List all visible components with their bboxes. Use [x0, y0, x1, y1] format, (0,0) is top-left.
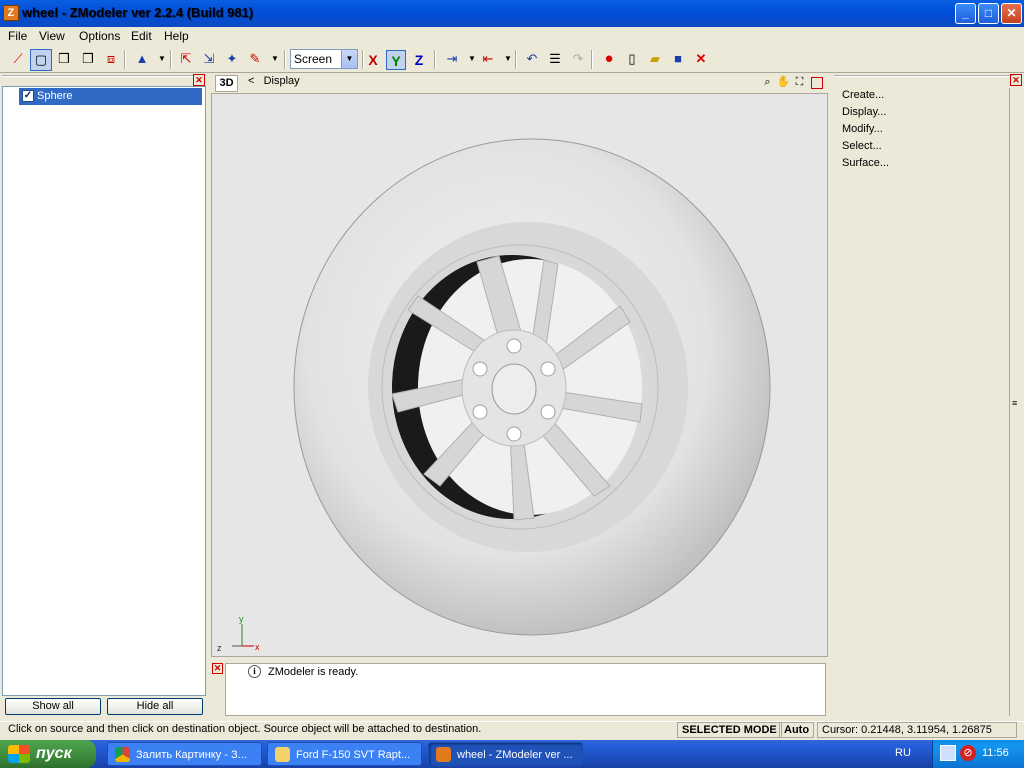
- tree-item-sphere[interactable]: Sphere: [19, 88, 202, 105]
- command-display[interactable]: Display...: [842, 106, 886, 118]
- command-create[interactable]: Create...: [842, 89, 884, 101]
- view-mode-value: Screen: [294, 52, 333, 66]
- nav-back-arrow[interactable]: <: [248, 75, 254, 87]
- axis-gizmo: [232, 624, 254, 647]
- zoom-extents-icon[interactable]: ⛶: [792, 75, 807, 90]
- close-panel-icon[interactable]: ✕: [1010, 74, 1022, 86]
- command-surface[interactable]: Surface...: [842, 157, 889, 169]
- center-cap: [491, 363, 537, 415]
- hide-all-button[interactable]: Hide all: [107, 698, 203, 715]
- viewport-title: Display: [263, 75, 300, 87]
- command-panel: [832, 73, 1024, 720]
- close-console-icon[interactable]: ✕: [212, 663, 223, 674]
- object-mode-icon[interactable]: ▢: [30, 49, 52, 71]
- main-toolbar: ⟋ ▢ ❒ ❐ ⧈ ▲ ▼ ⇱ ⇲ ✦ ✎ ▼ ⇥ ▼ ⇤ ▼ ↶ ☰ ↷ ● …: [0, 46, 1024, 73]
- task-button-zmodeler[interactable]: wheel - ZModeler ver ...: [428, 742, 583, 766]
- viewport-breadcrumb[interactable]: < Display: [248, 75, 300, 87]
- close-panel-icon[interactable]: ✕: [193, 74, 205, 86]
- chevron-down-icon[interactable]: ▼: [341, 50, 357, 68]
- cursor-readout: Cursor: 0.21448, 3.11954, 1.26875: [817, 722, 1017, 738]
- select-add-icon[interactable]: ⇲: [198, 49, 220, 71]
- walk-tool-icon[interactable]: ✦: [221, 49, 243, 71]
- minimize-button[interactable]: _: [955, 3, 976, 24]
- auto-indicator: Auto: [779, 722, 815, 738]
- close-button[interactable]: ✕: [1001, 3, 1022, 24]
- axis-x-label: x: [255, 642, 260, 652]
- zmodeler-icon: [436, 747, 451, 762]
- box-mode-icon[interactable]: ❐: [77, 49, 99, 71]
- object-tree[interactable]: [2, 86, 206, 696]
- axis-z-label: z: [217, 643, 222, 653]
- task-button-folder[interactable]: Ford F-150 SVT Rapt...: [267, 742, 422, 766]
- command-modify[interactable]: Modify...: [842, 123, 883, 135]
- zmodeler-app-icon[interactable]: Z: [3, 5, 19, 21]
- menu-view[interactable]: View: [39, 29, 65, 43]
- redo-icon[interactable]: ↷: [567, 49, 589, 71]
- zoom-icon[interactable]: ⌕: [760, 75, 775, 90]
- scroll-grip-icon[interactable]: ≡: [1012, 398, 1017, 408]
- maximize-button[interactable]: □: [978, 3, 999, 24]
- menu-help[interactable]: Help: [164, 29, 189, 43]
- wheel-render: y x z: [217, 138, 771, 653]
- security-alert-icon[interactable]: ⊘: [960, 745, 976, 761]
- polygon-mode-icon[interactable]: ⧈: [100, 49, 122, 71]
- maximize-viewport-icon[interactable]: [811, 77, 823, 89]
- info-icon: i: [248, 665, 261, 678]
- viewport-3d-tab[interactable]: 3D: [215, 75, 238, 92]
- delete-icon[interactable]: ✕: [690, 49, 712, 71]
- menu-bar: File View Options Edit Help: [0, 27, 1024, 46]
- viewport-canvas[interactable]: y x z: [211, 93, 828, 657]
- undo-icon[interactable]: ↶: [521, 49, 543, 71]
- select-tool-icon[interactable]: ⇱: [175, 49, 197, 71]
- notes-icon[interactable]: ☰: [544, 49, 566, 71]
- export-icon[interactable]: ⇤: [477, 49, 499, 71]
- windows-logo-icon: [8, 745, 30, 763]
- command-select[interactable]: Select...: [842, 140, 882, 152]
- import-icon[interactable]: ⇥: [441, 49, 463, 71]
- vertex-mode-icon[interactable]: ⟋: [7, 49, 29, 71]
- menu-edit[interactable]: Edit: [131, 29, 152, 43]
- open-folder-icon[interactable]: ▰: [644, 49, 666, 71]
- axis-z-button[interactable]: Z: [409, 50, 429, 70]
- cube-mode-icon[interactable]: ❒: [53, 49, 75, 71]
- tool-dropdown-icon[interactable]: ▼: [264, 49, 286, 71]
- panel-grip[interactable]: [2, 75, 206, 85]
- status-message: Click on source and then click on destin…: [8, 723, 482, 735]
- selected-mode-indicator: SELECTED MODE: [677, 722, 782, 738]
- show-all-button[interactable]: Show all: [5, 698, 101, 715]
- network-icon[interactable]: [940, 745, 956, 761]
- record-icon[interactable]: ●: [598, 49, 620, 71]
- window-title: wheel - ZModeler ver 2.2.4 (Build 981): [22, 5, 254, 20]
- pan-hand-icon[interactable]: ✋: [776, 75, 791, 90]
- paint-tool-icon[interactable]: ✎: [244, 49, 266, 71]
- view-mode-select[interactable]: Screen ▼: [290, 49, 358, 69]
- axis-y-button[interactable]: Y: [386, 50, 406, 70]
- new-file-icon[interactable]: ▯: [621, 49, 643, 71]
- tree-item-checkbox[interactable]: ✓: [22, 90, 34, 102]
- menu-file[interactable]: File: [8, 29, 27, 43]
- panel-grip[interactable]: [834, 75, 1014, 85]
- shading-icon[interactable]: ▲: [131, 49, 153, 71]
- menu-options[interactable]: Options: [79, 29, 120, 43]
- axis-x-button[interactable]: X: [363, 50, 383, 70]
- task-button-browser[interactable]: Залить Картинку - З...: [107, 742, 262, 766]
- clock: 11:56: [982, 747, 1009, 759]
- chrome-icon: [115, 747, 130, 762]
- folder-icon: [275, 747, 290, 762]
- language-indicator[interactable]: RU: [895, 747, 911, 759]
- axis-y-label: y: [239, 614, 244, 624]
- save-icon[interactable]: ■: [667, 49, 689, 71]
- console-message: ZModeler is ready.: [268, 666, 359, 678]
